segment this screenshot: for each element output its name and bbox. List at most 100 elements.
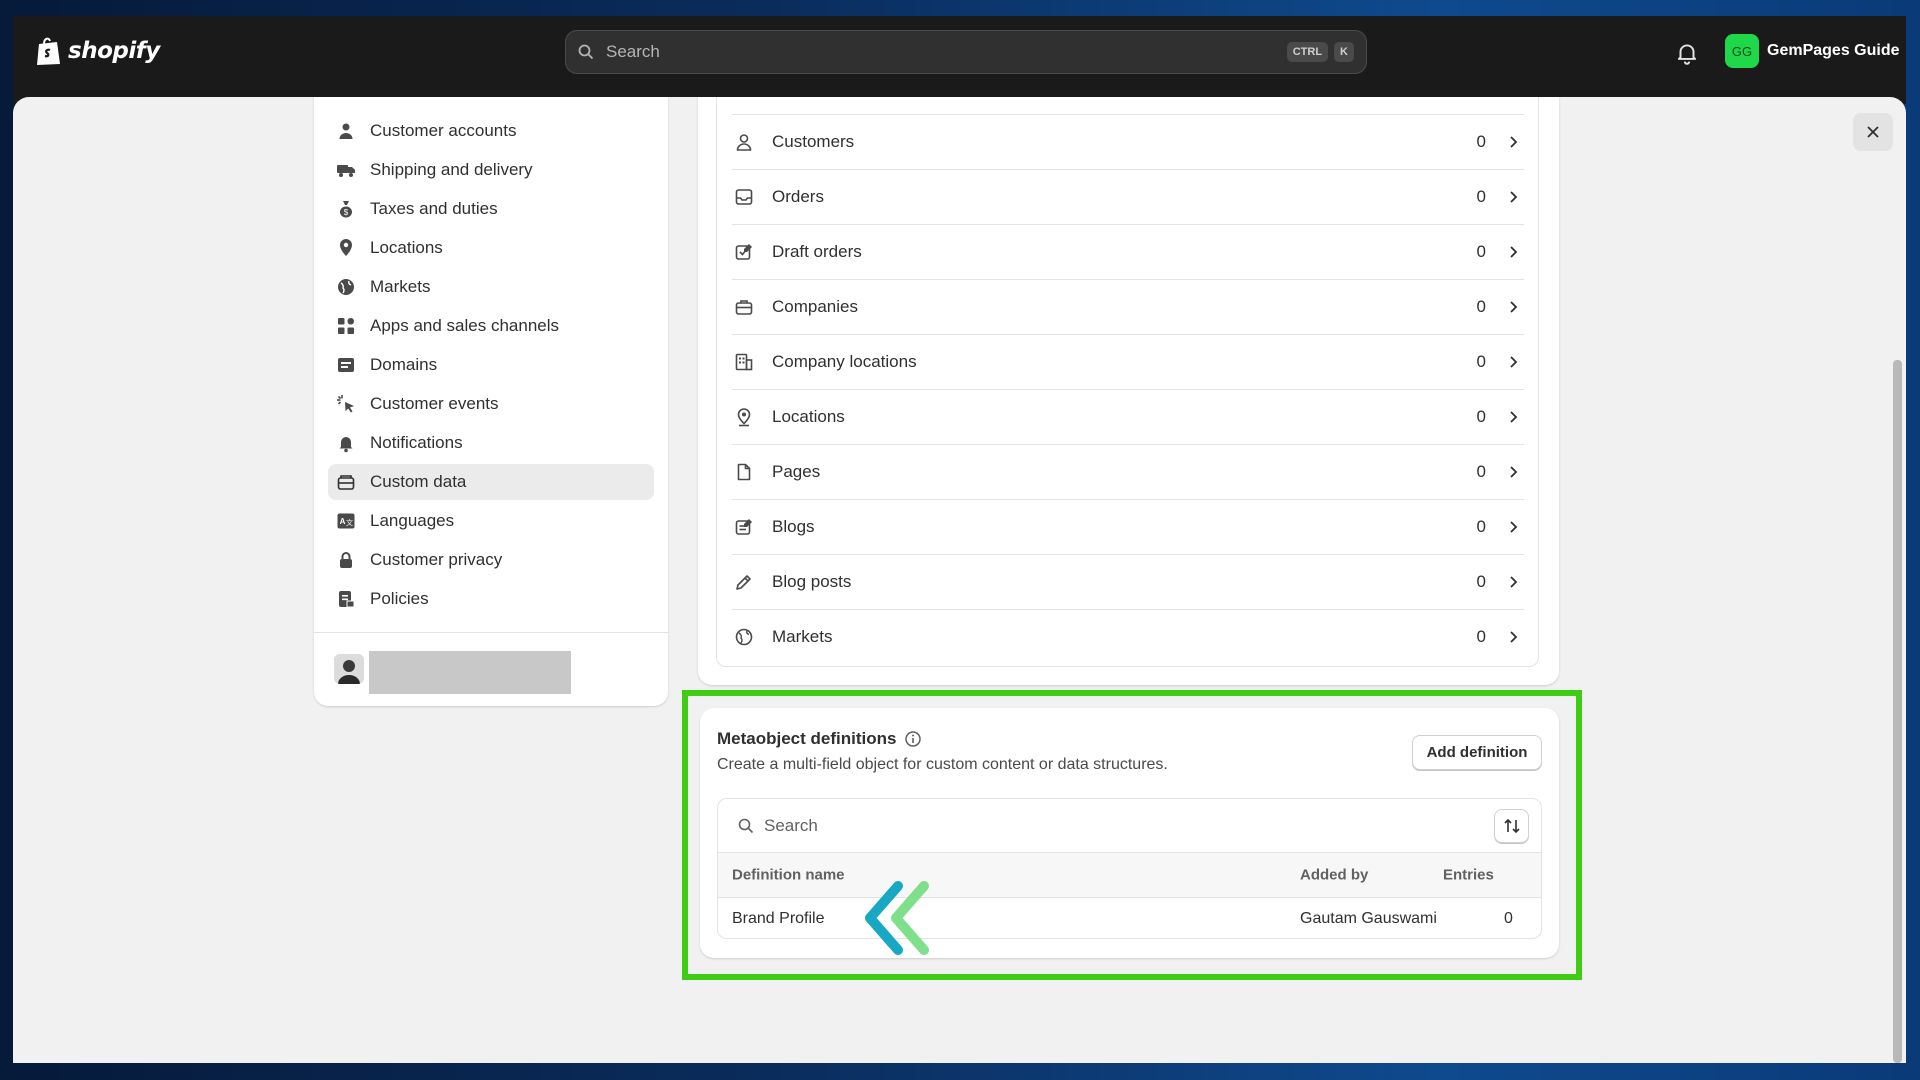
- sidebar-item-label: Apps and sales channels: [370, 316, 560, 335]
- lock-icon: [340, 552, 352, 568]
- sidebar-item-apps[interactable]: Apps and sales channels: [328, 308, 654, 344]
- close-icon: [1867, 126, 1879, 138]
- resource-count: 0: [1476, 407, 1486, 426]
- sort-button[interactable]: [1494, 809, 1529, 843]
- close-button[interactable]: [1853, 113, 1893, 151]
- resource-row-company-locations[interactable]: Company locations 0: [732, 334, 1524, 389]
- metafield-resources-card: Customers 0 Orders 0 Draft orders 0 Comp…: [698, 97, 1559, 685]
- resource-row-blog-posts[interactable]: Blog posts 0: [732, 554, 1524, 609]
- search-icon: [578, 44, 594, 60]
- account-menu[interactable]: GG GemPages Guide: [1725, 34, 1900, 68]
- chevron-right-icon: [1510, 631, 1518, 643]
- metaobject-subtitle: Create a multi-field object for custom c…: [717, 756, 1168, 773]
- sidebar-item-policies[interactable]: Policies: [328, 581, 654, 617]
- column-header-added-by[interactable]: Added by: [1300, 867, 1368, 884]
- sidebar-item-locations[interactable]: Locations: [328, 230, 654, 266]
- chevron-right-icon: [1510, 246, 1518, 258]
- resource-row-pages[interactable]: Pages 0: [732, 444, 1524, 499]
- shopify-logo[interactable]: shopify: [36, 36, 160, 66]
- resource-label: Blog posts: [772, 572, 852, 591]
- building-icon: [735, 353, 753, 371]
- resource-count: 0: [1476, 627, 1486, 646]
- sidebar-item-languages[interactable]: A文 Languages: [328, 503, 654, 539]
- briefcase-icon: [735, 300, 753, 315]
- resource-row-orders[interactable]: Orders 0: [732, 169, 1524, 224]
- top-bar: shopify Search CTRL K GG GemPages Guide: [13, 16, 1906, 104]
- sidebar-item-label: Customer accounts: [370, 121, 517, 140]
- resource-label: Companies: [772, 297, 858, 316]
- resource-count: 0: [1476, 572, 1486, 591]
- resource-count: 0: [1476, 187, 1486, 206]
- globe-icon: [338, 279, 354, 295]
- column-header-entries[interactable]: Entries: [1443, 867, 1494, 884]
- chevron-right-icon: [1510, 356, 1518, 368]
- resource-row-markets[interactable]: Markets 0: [732, 609, 1524, 664]
- pencil-icon: [736, 575, 751, 590]
- sidebar-item-label: Shipping and delivery: [370, 160, 533, 179]
- chevron-right-icon: [1510, 191, 1518, 203]
- shortcut-key-ctrl: CTRL: [1286, 42, 1329, 62]
- resource-count: 0: [1476, 517, 1486, 536]
- draft-order-icon: [735, 244, 752, 260]
- resource-row-customers[interactable]: Customers 0: [732, 114, 1524, 169]
- notifications-bell-icon[interactable]: [1674, 40, 1700, 66]
- resource-count: 0: [1476, 462, 1486, 481]
- sidebar-item-label: Notifications: [370, 433, 463, 452]
- sidebar-item-domains[interactable]: Domains: [328, 347, 654, 383]
- sidebar-item-customer-privacy[interactable]: Customer privacy: [328, 542, 654, 578]
- add-definition-button[interactable]: Add definition: [1412, 735, 1542, 770]
- resource-row-draft-orders[interactable]: Draft orders 0: [732, 224, 1524, 279]
- shopify-bag-icon: [37, 37, 60, 65]
- column-header-definition-name[interactable]: Definition name: [732, 867, 845, 884]
- definitions-search-input[interactable]: Search: [730, 809, 1465, 843]
- sidebar-item-customer-events[interactable]: Customer events: [328, 386, 654, 422]
- user-avatar[interactable]: [334, 654, 364, 684]
- scrollbar[interactable]: [1893, 360, 1902, 1063]
- search-icon: [738, 818, 754, 834]
- sidebar-item-label: Domains: [370, 355, 438, 374]
- resource-row-locations[interactable]: Locations 0: [732, 389, 1524, 444]
- svg-text:$: $: [344, 208, 349, 217]
- resource-label: Company locations: [772, 352, 917, 371]
- shortcut-key-k: K: [1334, 42, 1354, 62]
- sidebar-item-customer-accounts[interactable]: Customer accounts: [328, 113, 654, 149]
- chevron-right-icon: [1510, 466, 1518, 478]
- added-by-cell: Gautam Gauswami: [1300, 910, 1437, 927]
- resource-row-companies[interactable]: Companies 0: [732, 279, 1524, 334]
- truck-icon: [337, 165, 355, 177]
- sidebar-item-custom-data[interactable]: Custom data: [328, 464, 654, 500]
- account-avatar: GG: [1725, 34, 1759, 68]
- inbox-icon: [735, 189, 753, 205]
- info-icon[interactable]: [904, 730, 922, 748]
- sidebar-item-shipping[interactable]: Shipping and delivery: [328, 152, 654, 188]
- sidebar-item-taxes[interactable]: $ Taxes and duties: [328, 191, 654, 227]
- sidebar-item-notifications[interactable]: Notifications: [328, 425, 654, 461]
- sidebar-item-label: Taxes and duties: [370, 199, 498, 218]
- cursor-click-icon: [337, 395, 354, 413]
- svg-text:文: 文: [346, 518, 353, 527]
- table-row[interactable]: Brand Profile Gautam Gauswami 0: [718, 898, 1541, 938]
- metaobject-definitions-card: Metaobject definitions Create a multi-fi…: [700, 708, 1559, 958]
- money-bag-icon: $: [340, 201, 352, 218]
- resource-label: Markets: [772, 627, 833, 646]
- chevron-right-icon: [1510, 576, 1518, 588]
- sidebar-divider: [314, 632, 668, 633]
- resource-count: 0: [1476, 242, 1486, 261]
- sidebar-item-label: Custom data: [370, 472, 467, 491]
- search-placeholder: Search: [606, 42, 660, 61]
- language-icon: A文: [337, 513, 355, 529]
- svg-text:A: A: [340, 517, 346, 526]
- blog-icon: [735, 519, 752, 535]
- definitions-table: Search Definition name Added by Entries …: [717, 798, 1542, 939]
- global-search-input[interactable]: Search CTRL K: [565, 30, 1367, 74]
- location-pin-icon: [737, 408, 751, 427]
- resource-label: Pages: [772, 462, 821, 481]
- resource-row-blogs[interactable]: Blogs 0: [732, 499, 1524, 554]
- person-icon: [339, 123, 353, 139]
- resource-count: 0: [1476, 132, 1486, 151]
- definition-name-cell[interactable]: Brand Profile: [732, 910, 825, 928]
- policy-icon: [339, 591, 355, 608]
- bell-icon: [339, 437, 353, 453]
- sidebar-item-markets[interactable]: Markets: [328, 269, 654, 305]
- page-icon: [737, 463, 751, 481]
